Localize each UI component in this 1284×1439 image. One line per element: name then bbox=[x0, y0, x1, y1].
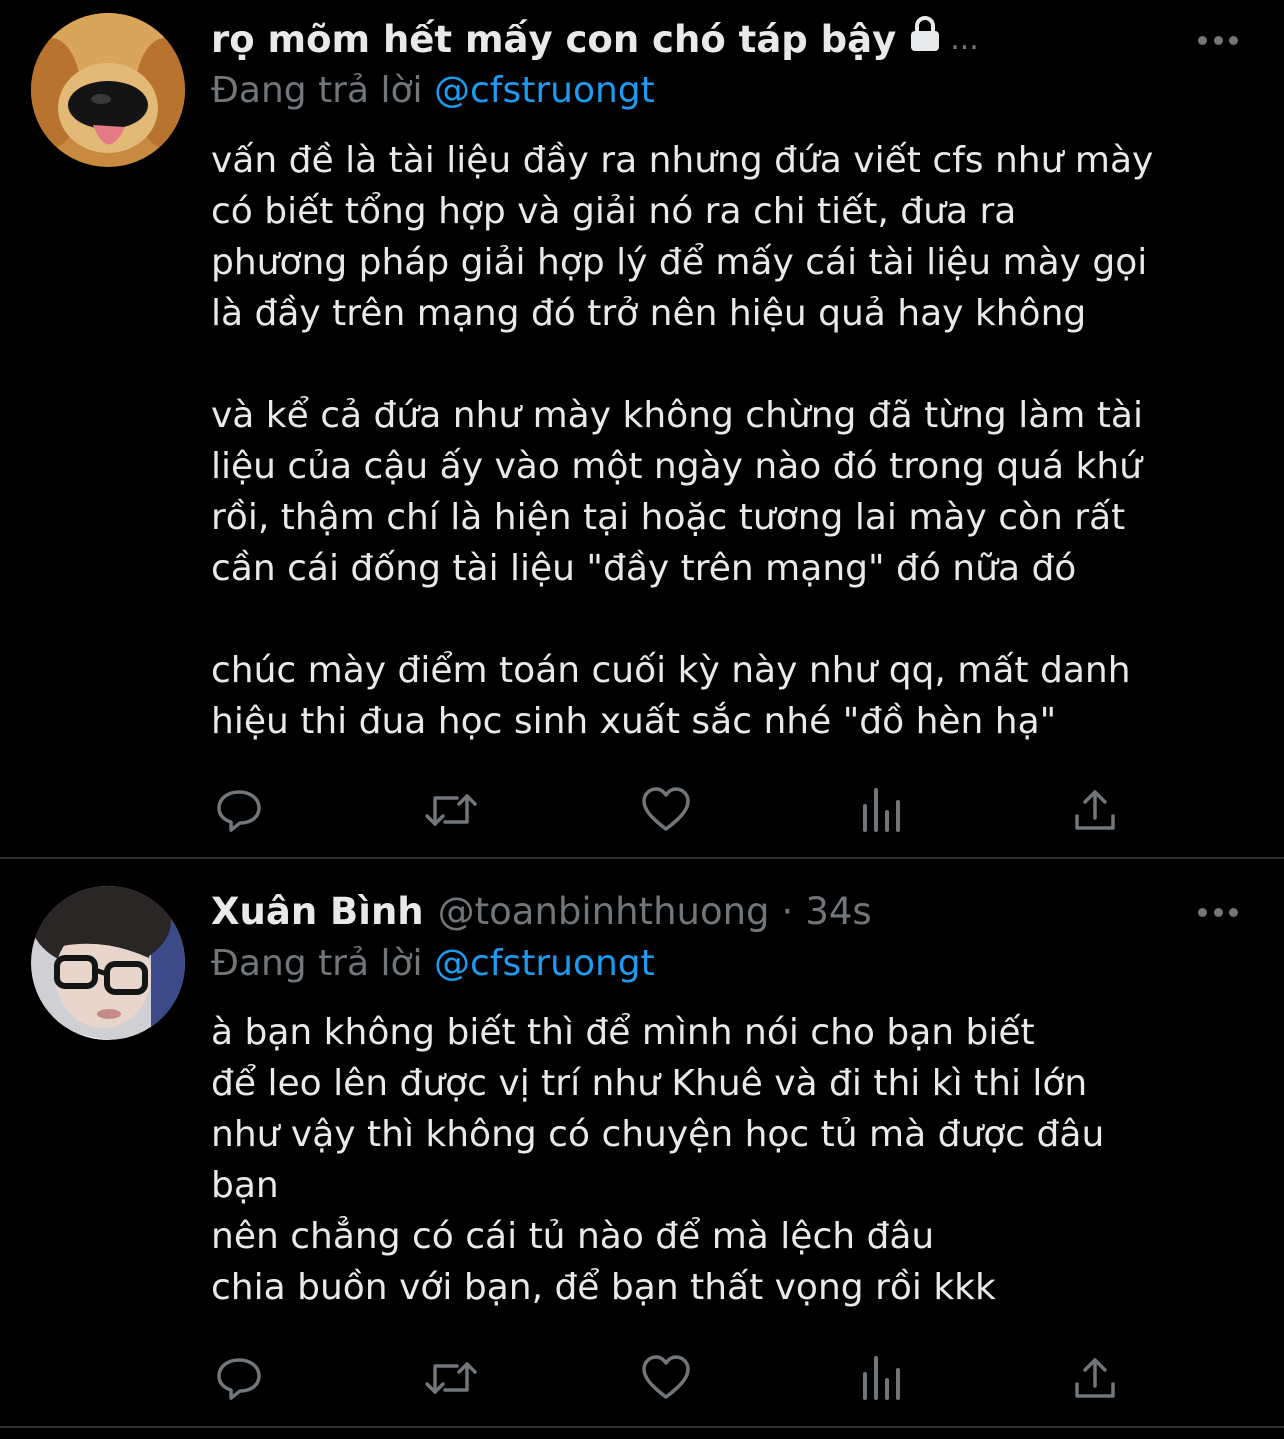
display-name[interactable]: rọ mõm hết mấy con chó táp bậy bbox=[211, 14, 896, 66]
like-icon[interactable] bbox=[638, 1350, 694, 1406]
more-options-icon[interactable] bbox=[1198, 902, 1238, 922]
share-icon[interactable] bbox=[1067, 1350, 1123, 1406]
user-handle[interactable]: @toanbinhthuong bbox=[438, 886, 770, 938]
reply-icon[interactable] bbox=[211, 782, 267, 838]
separator-dot: · bbox=[781, 890, 794, 933]
tweet-text: à bạn không biết thì để mình nói cho bạn… bbox=[211, 1012, 1105, 1308]
avatar[interactable] bbox=[31, 13, 185, 167]
replying-to: Đang trả lời @cfstruongt bbox=[211, 939, 655, 989]
tweet-actions bbox=[211, 1350, 1131, 1406]
more-options-icon[interactable] bbox=[1198, 30, 1238, 50]
tweet-actions bbox=[211, 782, 1131, 838]
tweet-2[interactable]: Xuân Bình @toanbinhthuong · 34s Đang trả… bbox=[0, 860, 1284, 1426]
share-icon[interactable] bbox=[1067, 782, 1123, 838]
retweet-icon[interactable] bbox=[423, 1350, 479, 1406]
tweet-text: vấn đề là tài liệu đầy ra nhưng đứa viết… bbox=[211, 140, 1154, 742]
retweet-icon[interactable] bbox=[423, 782, 479, 838]
person-glasses-avatar bbox=[31, 886, 185, 1040]
replying-label: Đang trả lời bbox=[211, 70, 423, 111]
lock-icon bbox=[908, 14, 942, 66]
tweet-divider bbox=[0, 857, 1284, 859]
avatar[interactable] bbox=[31, 886, 185, 1040]
analytics-icon[interactable] bbox=[853, 782, 909, 838]
tweet-header: Xuân Bình @toanbinhthuong · 34s bbox=[211, 886, 872, 938]
analytics-icon[interactable] bbox=[853, 1350, 909, 1406]
replying-mention-link[interactable]: @cfstruongt bbox=[434, 70, 655, 111]
tweet-divider bbox=[0, 1426, 1284, 1428]
name-truncation: ... bbox=[950, 22, 979, 57]
replying-label: Đang trả lời bbox=[211, 943, 423, 984]
golden-retriever-avatar bbox=[31, 13, 185, 167]
like-icon[interactable] bbox=[638, 782, 694, 838]
replying-to: Đang trả lời @cfstruongt bbox=[211, 66, 655, 116]
tweet-header: rọ mõm hết mấy con chó táp bậy ... bbox=[211, 14, 979, 66]
replying-mention-link[interactable]: @cfstruongt bbox=[434, 943, 655, 984]
display-name[interactable]: Xuân Bình bbox=[211, 886, 424, 938]
timestamp[interactable]: 34s bbox=[805, 886, 871, 938]
tweet-1[interactable]: rọ mõm hết mấy con chó táp bậy ... Đang … bbox=[0, 0, 1284, 858]
reply-icon[interactable] bbox=[211, 1350, 267, 1406]
